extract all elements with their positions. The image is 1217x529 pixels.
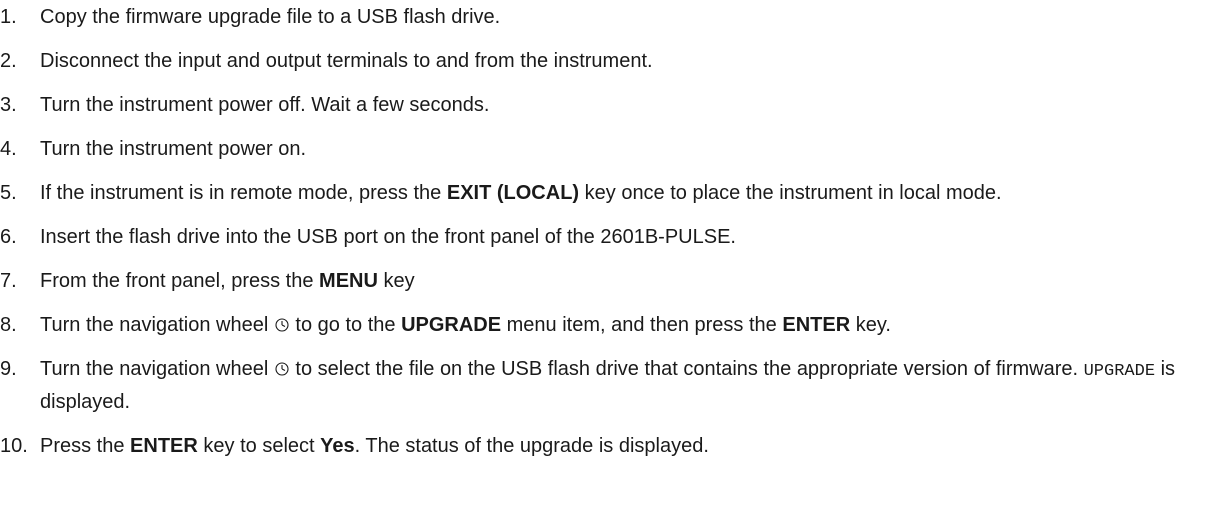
- navigation-wheel-icon: [275, 318, 289, 332]
- step-number: 2.: [0, 50, 17, 72]
- step-text: Insert the flash drive into the USB port…: [40, 226, 736, 248]
- step-number: 4.: [0, 138, 17, 160]
- step-text: Turn the navigation wheel to go to the U…: [40, 314, 891, 336]
- step-number: 3.: [0, 94, 17, 116]
- display-text-upgrade: UPGRADE: [1083, 362, 1156, 381]
- menu-item-upgrade: UPGRADE: [401, 314, 502, 336]
- key-name-menu: MENU: [319, 270, 378, 292]
- step-1: 1. Copy the firmware upgrade file to a U…: [0, 2, 1217, 32]
- step-text: Turn the navigation wheel to select the …: [40, 358, 1176, 413]
- step-text: If the instrument is in remote mode, pre…: [40, 182, 1002, 204]
- step-text: Turn the instrument power on.: [40, 138, 307, 160]
- step-number: 8.: [0, 314, 17, 336]
- step-8: 8. Turn the navigation wheel to go to th…: [0, 310, 1217, 340]
- upgrade-steps-list: 1. Copy the firmware upgrade file to a U…: [0, 0, 1217, 475]
- key-name-enter: ENTER: [782, 314, 851, 336]
- step-number: 6.: [0, 226, 17, 248]
- option-yes: Yes: [320, 435, 355, 457]
- step-3: 3. Turn the instrument power off. Wait a…: [0, 90, 1217, 120]
- step-number: 1.: [0, 6, 17, 28]
- step-6: 6. Insert the flash drive into the USB p…: [0, 222, 1217, 252]
- step-text: Turn the instrument power off. Wait a fe…: [40, 94, 490, 116]
- step-7: 7. From the front panel, press the MENU …: [0, 266, 1217, 296]
- step-5: 5. If the instrument is in remote mode, …: [0, 178, 1217, 208]
- key-name-enter: ENTER: [130, 435, 198, 457]
- key-name-exit-local: EXIT (LOCAL): [446, 182, 580, 204]
- step-text: Press the ENTER key to select Yes. The s…: [40, 435, 709, 457]
- step-9: 9. Turn the navigation wheel to select t…: [0, 354, 1217, 417]
- step-number: 5.: [0, 182, 17, 204]
- navigation-wheel-icon: [275, 362, 289, 376]
- step-2: 2. Disconnect the input and output termi…: [0, 46, 1217, 76]
- step-10: 10. Press the ENTER key to select Yes. T…: [0, 431, 1217, 461]
- step-4: 4. Turn the instrument power on.: [0, 134, 1217, 164]
- step-number: 10.: [0, 435, 28, 457]
- step-text: From the front panel, press the MENU key: [40, 270, 415, 292]
- step-number: 9.: [0, 358, 17, 380]
- step-text: Disconnect the input and output terminal…: [40, 50, 653, 72]
- step-number: 7.: [0, 270, 17, 292]
- step-text: Copy the firmware upgrade file to a USB …: [40, 6, 501, 28]
